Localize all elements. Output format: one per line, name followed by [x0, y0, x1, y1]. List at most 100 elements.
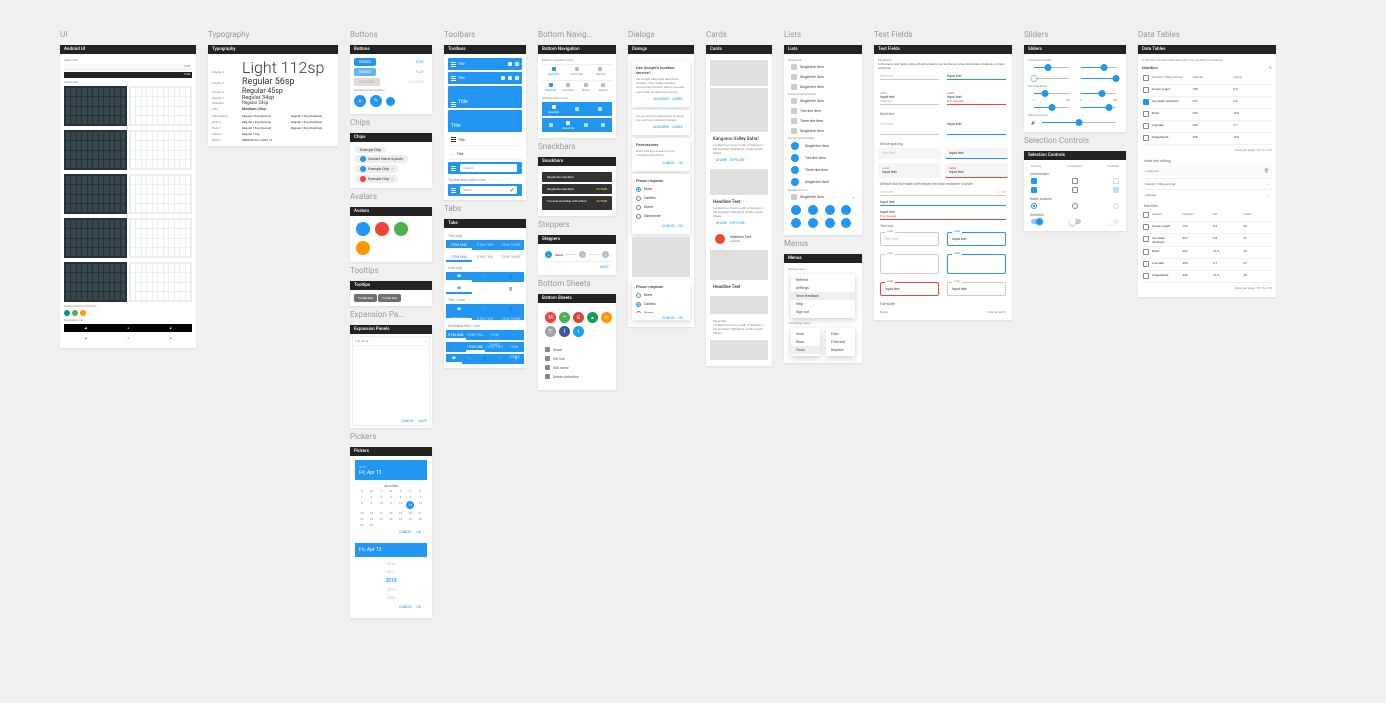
- full-width-field[interactable]: Input text: [880, 199, 1006, 206]
- home-icon[interactable]: ●: [127, 336, 129, 340]
- app-hangouts-icon[interactable]: ❝: [559, 312, 570, 323]
- checkbox[interactable]: [1143, 111, 1149, 117]
- menu-icon[interactable]: [451, 190, 456, 191]
- switch[interactable]: [1031, 219, 1042, 224]
- fab-edit-icon[interactable]: ✎: [370, 95, 382, 107]
- cancel-button[interactable]: CANCEL: [662, 316, 675, 320]
- full-width-field[interactable]: Input textError message: [880, 209, 1006, 220]
- bottom-nav-item[interactable]: Recents: [542, 65, 565, 78]
- disagree-button[interactable]: DISAGREE: [653, 125, 669, 129]
- app-copy-icon[interactable]: ⎘: [545, 326, 556, 337]
- delete-icon[interactable]: 🗑: [1264, 168, 1269, 173]
- keyboard-light[interactable]: [129, 86, 192, 126]
- sheet-item[interactable]: Get link: [545, 354, 609, 363]
- tab[interactable]: ☎ITEM ONE: [446, 304, 472, 320]
- menu-item[interactable]: Find…: [826, 330, 855, 338]
- tab-icon[interactable]: ♡: [472, 272, 498, 282]
- menu-item[interactable]: Send feedback: [791, 292, 855, 300]
- raised-button[interactable]: RAISED: [354, 68, 376, 76]
- table-row[interactable]: Gingerbread35616.0: [1142, 133, 1272, 145]
- card[interactable]: Headline Text: [710, 282, 768, 294]
- chevron-down-icon[interactable]: ⌄: [424, 339, 427, 343]
- keyboard-light-numeric[interactable]: [129, 174, 192, 214]
- slider[interactable]: [1034, 67, 1069, 68]
- table-row[interactable]: Frozen yogurt1596.0: [1142, 85, 1272, 97]
- sheet-item[interactable]: Share: [545, 345, 609, 354]
- tab[interactable]: ITEM TWO: [472, 252, 498, 262]
- keyboard-light[interactable]: [129, 130, 192, 170]
- sheet-item[interactable]: Delete collection: [545, 372, 609, 381]
- keyboard-light-symbols[interactable]: [129, 218, 192, 258]
- cancel-button[interactable]: CANCEL: [399, 530, 412, 534]
- fab-mini[interactable]: [386, 97, 395, 106]
- home-icon[interactable]: ●: [127, 326, 129, 330]
- tab[interactable]: ITEM TWO: [472, 240, 498, 250]
- outlined-field[interactable]: Label: [880, 254, 939, 274]
- raised-button[interactable]: RAISED: [354, 58, 376, 66]
- checkbox[interactable]: [1143, 75, 1149, 81]
- navigation-bar[interactable]: ◀ ● ■: [64, 324, 192, 332]
- text-field[interactable]: Hint text: [880, 73, 939, 80]
- navigation-bar-light[interactable]: ◀ ● ■: [64, 334, 192, 342]
- text-field[interactable]: LabelInput textHelper text: [880, 90, 939, 105]
- search-input[interactable]: Search🎤: [460, 186, 517, 194]
- tabs-scrollable[interactable]: ‹ITEM ONEITEM TWOITEM THREE: [446, 342, 524, 352]
- fab-add-icon[interactable]: +: [354, 95, 366, 107]
- slider-discrete[interactable]: [1081, 93, 1116, 94]
- checkbox[interactable]: [1072, 178, 1078, 184]
- app-messages-icon[interactable]: ✉: [601, 312, 612, 323]
- list-item[interactable]: Single-line item: [788, 176, 858, 188]
- app-twitter-icon[interactable]: t: [573, 326, 584, 337]
- ok-button[interactable]: OK: [678, 224, 683, 228]
- outlined-field[interactable]: LabelInput text: [947, 282, 1006, 296]
- bottom-sheet-list[interactable]: Share Get link Edit name Delete collecti…: [542, 342, 612, 384]
- tab[interactable]: ITEM THREE: [498, 240, 524, 250]
- filled-field[interactable]: LabelInput text: [878, 163, 941, 178]
- table-row[interactable]: Cupcake3053.767: [1142, 259, 1272, 271]
- slider[interactable]: [1081, 78, 1116, 79]
- more-icon[interactable]: [515, 62, 519, 66]
- list-item[interactable]: Single-line item: [788, 72, 858, 82]
- slider[interactable]: [1034, 78, 1069, 79]
- chevron-down-icon[interactable]: ⌄: [852, 195, 855, 199]
- text-field[interactable]: LabelInput textError message: [947, 90, 1006, 105]
- keyboard-dark-alt[interactable]: [64, 262, 127, 302]
- action-done-icon[interactable]: [72, 310, 78, 316]
- close-icon[interactable]: ×: [391, 177, 393, 181]
- radio[interactable]: [1072, 203, 1078, 209]
- switch[interactable]: [1070, 219, 1081, 224]
- ok-button[interactable]: OK: [416, 530, 421, 534]
- list-item-expand[interactable]: Single-line item⌄: [788, 192, 858, 202]
- bottom-nav-item[interactable]: Recents: [542, 102, 565, 116]
- multiline-field[interactable]: Input text: [947, 121, 1006, 135]
- table-row[interactable]: Ice cream sandwich2379.0: [1142, 97, 1272, 109]
- menu-item[interactable]: Help: [791, 300, 855, 308]
- menu-item[interactable]: Undo: [791, 330, 820, 338]
- table-row[interactable]: Cupcake3053.7: [1142, 121, 1272, 133]
- slider-discrete[interactable]: [1034, 107, 1069, 108]
- date-picker[interactable]: 2018Fri, Apr 13 April 2018 SMTWTFS 12345…: [355, 460, 427, 539]
- checkbox[interactable]: [1031, 187, 1037, 193]
- list-item[interactable]: Three-line item: [788, 164, 858, 176]
- radio-icon[interactable]: [636, 187, 641, 192]
- bottom-nav-item[interactable]: Favorites: [560, 81, 578, 94]
- table-row[interactable]: Gingerbread35616.049: [1142, 271, 1272, 283]
- tab-icon[interactable]: ♡: [472, 284, 498, 294]
- chip-avatar[interactable]: Contact Name & photo: [355, 155, 408, 163]
- tab[interactable]: ITEM ONE: [446, 252, 472, 262]
- flat-button[interactable]: FLAT: [412, 68, 428, 76]
- cancel-button[interactable]: CANCEL: [662, 161, 675, 165]
- filled-field[interactable]: LabelInput text: [945, 163, 1008, 178]
- tab[interactable]: 👤ITEM THREE: [498, 304, 524, 320]
- chevron-down-icon[interactable]: ⌄: [1266, 182, 1269, 186]
- outlined-field[interactable]: LabelInput text: [947, 232, 1006, 246]
- app-gmail-icon[interactable]: M: [545, 312, 556, 323]
- bottom-nav-item[interactable]: Recents: [542, 81, 560, 94]
- table-row[interactable]: Eclair26216.024: [1142, 247, 1272, 259]
- tab-icon[interactable]: ☎: [446, 272, 472, 282]
- expansion-row[interactable]: Dessert (100g serving)⌄: [1142, 178, 1272, 189]
- sheet-item[interactable]: Edit name: [545, 363, 609, 372]
- app-facebook-icon[interactable]: f: [559, 326, 570, 337]
- list-item[interactable]: Single-line item: [788, 140, 858, 152]
- menu-icon[interactable]: [451, 64, 456, 65]
